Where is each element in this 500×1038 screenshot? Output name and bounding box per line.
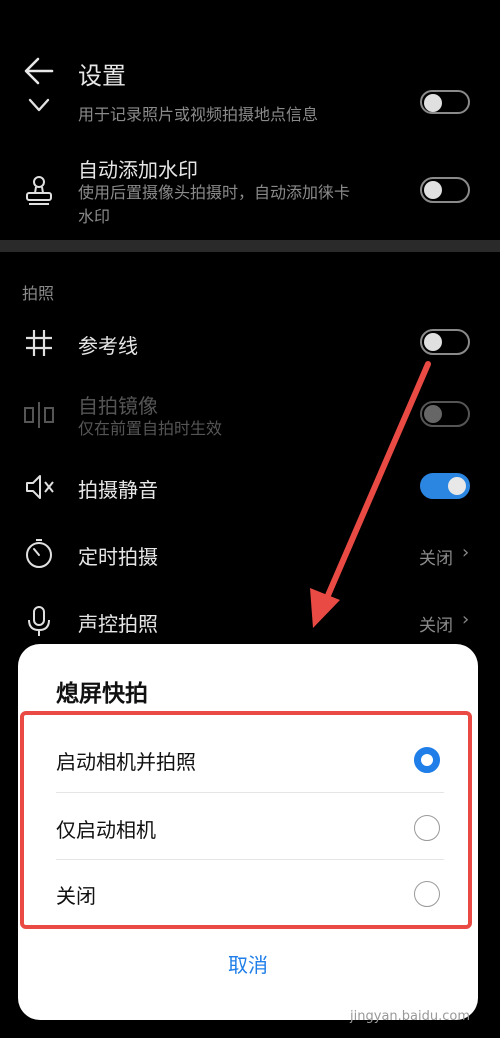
watermark-text: jingyan.baidu.com <box>350 1009 470 1024</box>
annotation-highlight-box <box>20 711 472 929</box>
cancel-button[interactable]: 取消 <box>18 949 478 978</box>
dialog-title: 熄屏快拍 <box>56 681 148 707</box>
dialog: 熄屏快拍 启动相机并拍照 仅启动相机 关闭 取消 <box>18 644 478 1020</box>
